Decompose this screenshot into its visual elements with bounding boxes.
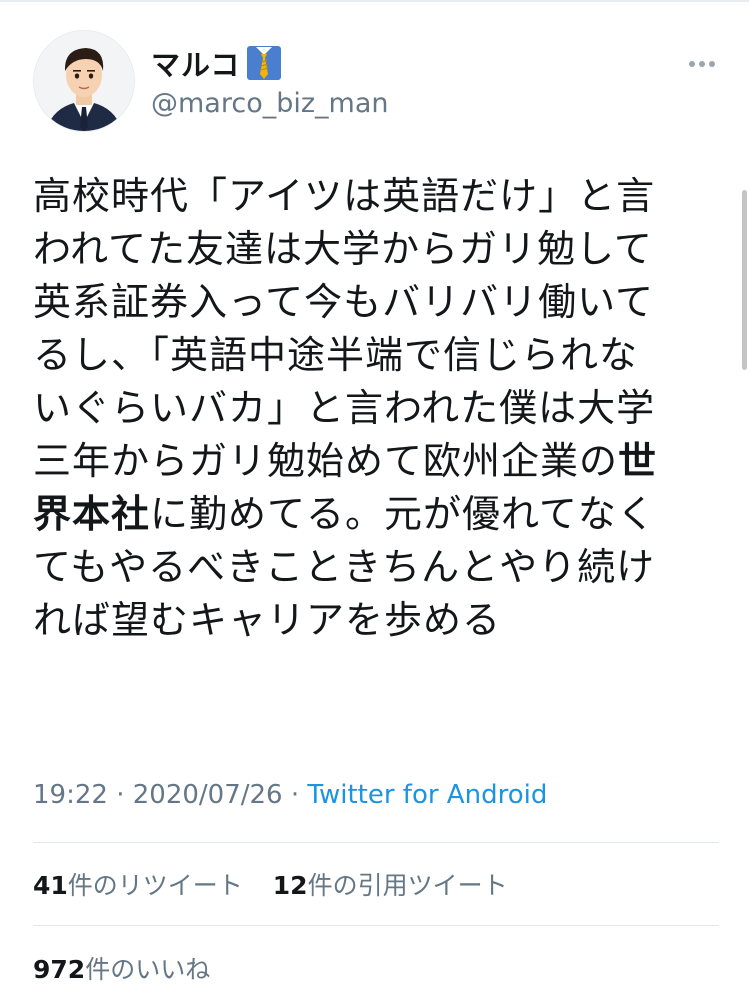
meta-separator-2: · xyxy=(290,780,300,810)
meta-separator: · xyxy=(116,780,125,810)
likes-stat[interactable]: 972件のいいね xyxy=(33,955,210,984)
likes-count: 972 xyxy=(33,955,86,984)
top-divider xyxy=(0,0,749,2)
name-row: マルコ xyxy=(151,42,282,84)
divider xyxy=(33,925,719,926)
tweet-header: マルコ @marco_biz_man xyxy=(33,30,729,140)
display-name[interactable]: マルコ xyxy=(151,42,240,84)
avatar-illustration xyxy=(34,31,134,131)
likes-stats-row: 972件のいいね xyxy=(33,950,232,986)
tweet-source-link[interactable]: Twitter for Android xyxy=(307,780,547,810)
retweet-stats-row: 41件のリツイート 12件の引用ツイート xyxy=(33,866,530,902)
divider xyxy=(33,842,719,843)
tweet-text: 高校時代「アイツは英語だけ」と言 われてた友達は大学からガリ勉して 英系証券入っ… xyxy=(33,170,713,647)
likes-label: 件のいいね xyxy=(85,955,211,984)
user-handle[interactable]: @marco_biz_man xyxy=(151,88,389,119)
tweet-date[interactable]: 2020/07/26 xyxy=(133,780,283,810)
retweets-stat[interactable]: 41件のリツイート xyxy=(33,871,243,900)
tweet-meta: 19:22 · 2020/07/26 · Twitter for Android xyxy=(33,780,547,810)
more-dots-icon[interactable] xyxy=(689,52,721,67)
avatar[interactable] xyxy=(33,30,135,132)
quotes-count: 12 xyxy=(272,871,308,900)
quotes-stat[interactable]: 12件の引用ツイート xyxy=(273,871,508,900)
scrollbar[interactable] xyxy=(742,190,747,370)
retweets-count: 41 xyxy=(33,871,68,900)
necktie-icon xyxy=(247,46,282,80)
tweet-text-part1: 高校時代「アイツは英語だけ」と言 われてた友達は大学からガリ勉して 英系証券入っ… xyxy=(33,174,656,483)
quotes-label: 件の引用ツイート xyxy=(307,871,508,900)
tweet-time[interactable]: 19:22 xyxy=(33,780,108,810)
retweets-label: 件のリツイート xyxy=(67,871,243,900)
